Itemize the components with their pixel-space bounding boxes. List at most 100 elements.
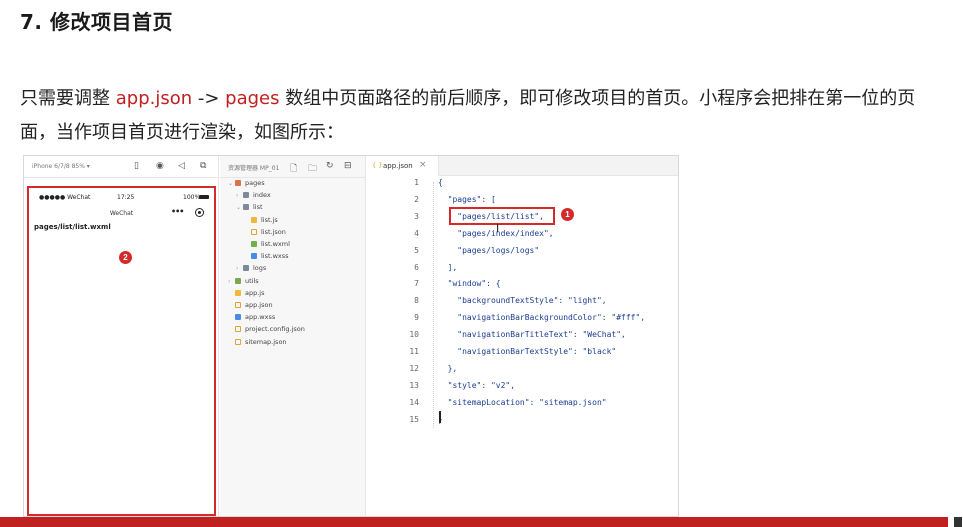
text-cursor-icon: I [496, 222, 500, 235]
badge-1: 1 [561, 208, 574, 221]
refresh-icon[interactable]: ↻ [326, 161, 334, 171]
line-number: 6 [414, 262, 419, 272]
more-icon[interactable]: ••• [171, 207, 184, 216]
tree-item-label: project.config.json [245, 325, 305, 334]
status-time: 17:25 [117, 194, 135, 201]
code-line[interactable]: ], [438, 263, 458, 272]
para-arrow: -> [192, 88, 226, 109]
tree-item[interactable]: app.js [228, 289, 265, 301]
rotate-icon[interactable]: ⧉ [200, 161, 206, 171]
tree-item-label: utils [245, 276, 259, 285]
footer-accent-bar [0, 517, 948, 527]
code-line[interactable]: "style": "v2", [438, 381, 515, 390]
code-line[interactable]: "sitemapLocation": "sitemap.json" [438, 398, 607, 407]
signal-text: ●●●●● WeChat [39, 194, 91, 201]
js-file-icon [235, 289, 241, 296]
line-number: 4 [414, 228, 419, 238]
phone-icon[interactable]: ▯ [134, 161, 139, 171]
tree-item[interactable]: ⌄ pages [228, 179, 265, 191]
tree-item[interactable]: sitemap.json [228, 338, 287, 350]
wxss-file-icon [251, 253, 257, 260]
new-folder-icon[interactable]: 🗀 [308, 161, 317, 177]
project-name: 资源管理器 MP_01 [228, 165, 280, 172]
expand-arrow-icon[interactable]: › [228, 278, 235, 285]
wxml-file-icon [251, 241, 257, 247]
devtools-screenshot: iPhone 6/7/8 85% ▾ ▯ ◉ ◁ ⧉ ●●●●● WeChat … [23, 155, 679, 517]
tree-item-label: pages [245, 179, 265, 187]
json-file-icon [235, 338, 241, 345]
tree-item[interactable]: list.wxml [244, 240, 290, 252]
keyword-app-json: app.json [115, 88, 193, 109]
instruction-paragraph: 只需要调整 app.json -> pages 数组中页面路径的前后顺序，即可修… [20, 82, 950, 150]
code-line[interactable]: "pages/logs/logs" [438, 246, 539, 255]
json-file-icon [235, 326, 241, 333]
expand-arrow-icon[interactable]: ⌄ [236, 204, 243, 211]
tree-item[interactable]: › utils [228, 277, 259, 289]
json-file-icon [251, 228, 257, 235]
code-line[interactable]: "navigationBarTitleText": "WeChat", [438, 330, 626, 339]
keyword-pages: pages [225, 88, 280, 109]
code-line[interactable]: "window": { [438, 279, 501, 288]
line-number: 8 [414, 296, 419, 306]
code-line[interactable]: "navigationBarTextStyle": "black" [438, 347, 616, 356]
code-line[interactable]: "pages": [ [438, 195, 496, 204]
folder-icon [235, 180, 241, 186]
tab-app-json[interactable]: { } app.json × [367, 156, 439, 176]
battery-text: 100% [183, 194, 201, 201]
battery-icon [199, 195, 209, 199]
tree-item[interactable]: › index [236, 191, 271, 203]
expand-arrow-icon[interactable]: ⌄ [228, 180, 235, 187]
simulator-toolbar: iPhone 6/7/8 85% ▾ ▯ ◉ ◁ ⧉ [24, 156, 219, 178]
line-number: 13 [409, 380, 419, 390]
code-editor: { } app.json × 1{2 "pages": [3 "pages/li… [367, 156, 678, 516]
json-file-icon: { } [372, 161, 383, 169]
tree-item-label: list [253, 203, 263, 212]
expand-arrow-icon[interactable]: › [236, 192, 243, 199]
tree-item-label: app.json [245, 301, 273, 309]
highlight-box [449, 207, 555, 225]
text-cursor [439, 411, 441, 423]
expand-arrow-icon[interactable]: › [236, 265, 243, 272]
volume-icon[interactable]: ◁ [178, 161, 185, 171]
code-line[interactable]: "backgroundTextStyle": "light", [438, 296, 606, 305]
code-line[interactable]: }, [438, 364, 458, 373]
line-number: 12 [409, 363, 419, 373]
tree-item[interactable]: list.wxss [244, 252, 289, 264]
line-number: 7 [414, 279, 419, 289]
tree-item-label: app.js [245, 288, 265, 297]
folder-icon [243, 265, 249, 272]
tree-item-label: list.json [261, 227, 286, 236]
file-explorer: 资源管理器 MP_01 🗋 🗀 ↻ ⊟ ⌄ pages › index ⌄ list lis… [220, 156, 366, 516]
tree-item[interactable]: list.json [244, 228, 286, 240]
tree-item-label: list.wxss [261, 252, 289, 261]
code-line[interactable]: "navigationBarBackgroundColor": "#fff", [438, 313, 645, 322]
line-number: 10 [409, 330, 419, 340]
tree-item[interactable]: project.config.json [228, 325, 305, 337]
collapse-icon[interactable]: ⊟ [344, 161, 352, 171]
tree-item[interactable]: app.wxss [228, 313, 275, 325]
line-number: 15 [409, 414, 419, 424]
tree-item[interactable]: list.js [244, 216, 278, 228]
line-number: 9 [414, 313, 419, 323]
js-file-icon [251, 216, 257, 223]
badge-2: 2 [119, 251, 132, 264]
tree-item-label: sitemap.json [245, 337, 287, 346]
para-text-1: 只需要调整 [20, 88, 116, 109]
close-tab-icon[interactable]: × [419, 160, 427, 170]
tree-item-label: logs [253, 264, 267, 273]
code-line[interactable]: { [438, 178, 443, 187]
tree-item-label: list.js [261, 215, 278, 224]
folder-icon [243, 204, 249, 211]
menu-capsule[interactable]: ••• [167, 206, 211, 220]
close-mini-program-icon[interactable] [195, 208, 204, 217]
record-icon[interactable]: ◉ [156, 161, 164, 171]
tree-item[interactable]: app.json [228, 301, 273, 313]
device-select[interactable]: iPhone 6/7/8 85% ▾ [32, 163, 90, 170]
phone-preview: ●●●●● WeChat 17:25 100% WeChat ••• pages… [27, 186, 216, 516]
new-file-icon[interactable]: 🗋 [290, 161, 297, 177]
tree-item[interactable]: › logs [236, 264, 266, 276]
tree-item-label: list.wxml [261, 240, 290, 248]
tree-item[interactable]: ⌄ list [236, 203, 263, 215]
tab-label: app.json [383, 162, 413, 170]
json-file-icon [235, 302, 241, 308]
